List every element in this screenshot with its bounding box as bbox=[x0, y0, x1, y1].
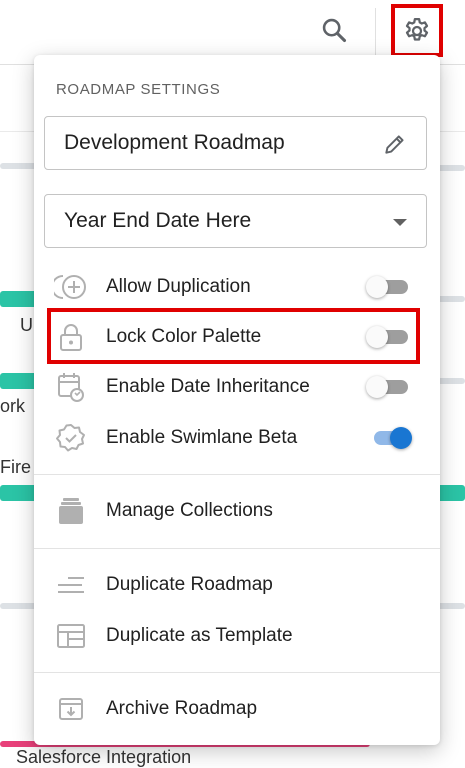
gear-icon bbox=[405, 17, 429, 41]
bar-label: Salesforce Integration bbox=[16, 747, 192, 767]
toggle-row-enable-date-inheritance[interactable]: Enable Date Inheritance bbox=[34, 362, 440, 412]
menu-divider bbox=[34, 548, 440, 549]
roadmap-name-value: Development Roadmap bbox=[64, 131, 285, 154]
toggle-label: Allow Duplication bbox=[106, 276, 251, 297]
badge-check-icon bbox=[54, 422, 88, 454]
roadmap-settings-menu: ROADMAP SETTINGS Development Roadmap Yea… bbox=[34, 55, 440, 745]
calendar-refresh-icon bbox=[54, 371, 88, 403]
roadmap-name-field[interactable]: Development Roadmap bbox=[44, 116, 427, 170]
lines-icon bbox=[54, 569, 88, 601]
bar-label: U bbox=[20, 315, 33, 335]
menu-title: ROADMAP SETTINGS bbox=[56, 81, 221, 98]
toggle-thumb bbox=[366, 376, 388, 398]
toolbar-divider bbox=[375, 8, 376, 56]
menu-divider bbox=[34, 672, 440, 673]
menu-item-duplicate-roadmap[interactable]: Duplicate Roadmap bbox=[34, 560, 440, 610]
bar-stub bbox=[436, 378, 465, 384]
menu-item-label: Archive Roadmap bbox=[106, 698, 258, 719]
menu-item-duplicate-as-template[interactable]: Duplicate as Template bbox=[34, 611, 440, 661]
template-icon bbox=[54, 620, 88, 652]
menu-item-label: Duplicate as Template bbox=[106, 625, 293, 646]
bar-label: Fire bbox=[0, 457, 31, 477]
toggle-row-allow-duplication[interactable]: Allow Duplication bbox=[34, 262, 440, 312]
settings-button[interactable] bbox=[391, 4, 443, 57]
menu-item-manage-collections[interactable]: Manage Collections bbox=[34, 486, 440, 536]
menu-item-label: Duplicate Roadmap bbox=[106, 574, 273, 595]
menu-divider bbox=[34, 474, 440, 475]
toggle-label: Enable Swimlane Beta bbox=[106, 427, 298, 448]
lock-color-palette-highlight bbox=[47, 308, 420, 364]
copy-plus-icon bbox=[54, 271, 88, 303]
toggle-label: Enable Date Inheritance bbox=[106, 376, 310, 397]
collections-icon bbox=[54, 495, 88, 527]
enable-date-inheritance-toggle[interactable] bbox=[366, 375, 414, 399]
menu-item-archive-roadmap[interactable]: Archive Roadmap bbox=[34, 684, 440, 734]
toggle-thumb bbox=[366, 276, 388, 298]
bar-stub bbox=[436, 296, 465, 302]
bar-label: ork bbox=[0, 396, 26, 416]
bar-stub bbox=[436, 165, 465, 171]
archive-icon bbox=[54, 693, 88, 725]
chevron-down-icon bbox=[393, 219, 407, 226]
menu-item-label: Manage Collections bbox=[106, 500, 273, 521]
toggle-row-enable-swimlane-beta[interactable]: Enable Swimlane Beta bbox=[34, 413, 440, 463]
enable-swimlane-beta-toggle[interactable] bbox=[366, 426, 414, 450]
bar-stub bbox=[436, 603, 465, 609]
toggle-thumb bbox=[390, 427, 412, 449]
search-icon bbox=[322, 18, 347, 43]
allow-duplication-toggle[interactable] bbox=[366, 275, 414, 299]
search-button[interactable] bbox=[318, 14, 350, 46]
year-end-date-value: Year End Date Here bbox=[64, 209, 252, 232]
year-end-date-select[interactable]: Year End Date Here bbox=[44, 194, 427, 248]
pencil-icon[interactable] bbox=[382, 131, 408, 157]
